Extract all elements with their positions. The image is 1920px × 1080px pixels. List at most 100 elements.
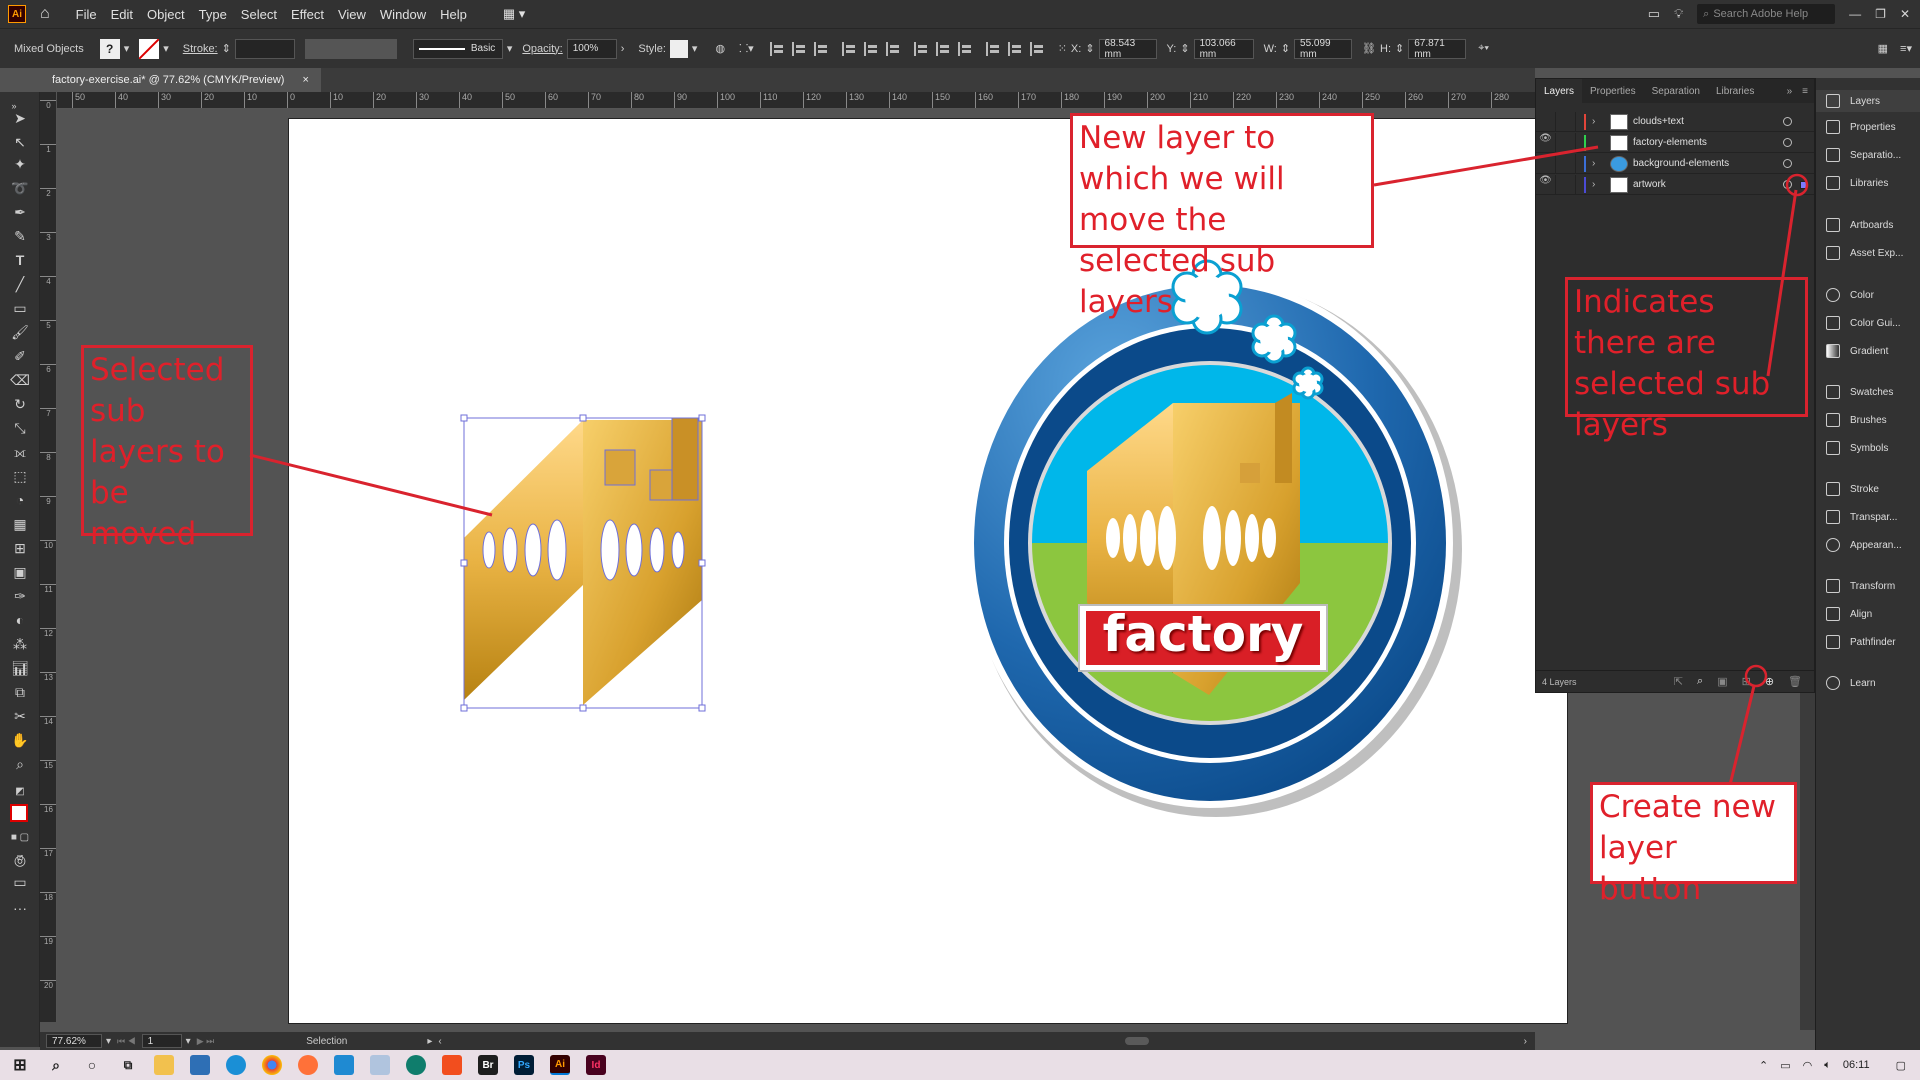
chevron-down-icon[interactable]: ▾ [106, 1036, 111, 1047]
expand-chevron-icon[interactable]: › [1592, 116, 1602, 127]
artboard-number-field[interactable]: 1 [141, 1034, 182, 1048]
lock-toggle[interactable] [1556, 153, 1576, 174]
lock-toggle[interactable] [1556, 111, 1576, 132]
dock-properties[interactable]: Properties [1826, 120, 1896, 134]
panel-menu-icon[interactable]: ≡ [1802, 86, 1808, 97]
layer-name[interactable]: background-elements [1633, 158, 1729, 169]
layer-count: 4 Layers [1542, 676, 1577, 687]
locate-object-icon[interactable]: ⌕ [1697, 675, 1703, 688]
layer-row-factory[interactable]: 👁︎ factory-elements [1536, 132, 1814, 153]
vscode-icon[interactable] [334, 1055, 354, 1075]
layer-name[interactable]: clouds+text [1633, 116, 1684, 127]
expand-chevron-icon[interactable]: › [1592, 158, 1602, 169]
indesign-icon[interactable]: Id [586, 1055, 606, 1075]
dock-asset-export[interactable]: Asset Exp... [1826, 246, 1903, 260]
factory-chimney-mid[interactable] [649, 469, 673, 501]
dock-color[interactable]: Color [1826, 288, 1874, 302]
dock-artboards[interactable]: Artboards [1826, 218, 1893, 232]
color-icon [1826, 288, 1840, 302]
eye-icon[interactable]: 👁︎ [1536, 132, 1556, 153]
bridge-icon[interactable]: Br [478, 1055, 498, 1075]
dock-brushes[interactable]: Brushes [1826, 413, 1887, 427]
dock-gradient[interactable]: Gradient [1826, 344, 1888, 358]
tab-separations[interactable]: Separation [1644, 79, 1708, 103]
dock-libraries[interactable]: Libraries [1826, 176, 1888, 190]
app-icon[interactable] [370, 1055, 390, 1075]
tab-libraries[interactable]: Libraries [1708, 79, 1762, 103]
clipping-mask-icon[interactable]: ▣ [1717, 675, 1727, 688]
layer-thumbnail [1610, 155, 1628, 172]
new-sublayer-icon[interactable]: ⊞ [1742, 675, 1751, 688]
target-circle-icon[interactable] [1783, 159, 1792, 168]
chrome-icon[interactable] [262, 1055, 282, 1075]
status-menu-icon[interactable]: ▸ [427, 1036, 432, 1047]
edge-icon[interactable] [226, 1055, 246, 1075]
dock-pathfinder[interactable]: Pathfinder [1826, 635, 1896, 649]
selected-factory-group[interactable] [460, 414, 706, 712]
new-layer-button[interactable]: ⊕ [1765, 675, 1774, 688]
chevron-down-icon[interactable]: ▾ [186, 1036, 191, 1047]
visibility-toggle[interactable] [1536, 111, 1556, 132]
lock-toggle[interactable] [1556, 174, 1576, 195]
dock-transparency[interactable]: Transpar... [1826, 510, 1897, 524]
scroll-right-icon[interactable]: › [1524, 1036, 1527, 1047]
dock-transform[interactable]: Transform [1826, 579, 1895, 593]
first-artboard-icon[interactable]: ⏮ ◀ [117, 1036, 136, 1047]
selected-art-indicator[interactable] [1800, 180, 1808, 189]
annotation-selected-sublayers: Selected sub layers to be moved [81, 345, 253, 552]
clock[interactable]: 06:11 [1843, 1059, 1870, 1071]
factory-chimney-tall[interactable] [671, 417, 699, 501]
panel-expand-icon[interactable]: » [1787, 86, 1793, 97]
tab-layers[interactable]: Layers [1536, 79, 1583, 103]
target-circle-icon[interactable] [1783, 117, 1792, 126]
cortana-icon[interactable]: ○ [82, 1055, 102, 1075]
notifications-icon[interactable]: ▢ [1896, 1059, 1906, 1072]
dock-swatches[interactable]: Swatches [1826, 385, 1893, 399]
layer-name[interactable]: factory-elements [1633, 137, 1707, 148]
layer-row-background[interactable]: › background-elements [1536, 153, 1814, 174]
file-explorer-icon[interactable] [154, 1055, 174, 1075]
factory-logo[interactable] [967, 259, 1462, 817]
search-icon[interactable]: ⌕ [46, 1055, 66, 1075]
visibility-toggle[interactable] [1536, 153, 1556, 174]
battery-icon[interactable]: ▭ [1780, 1059, 1790, 1072]
dock-stroke[interactable]: Stroke [1826, 482, 1879, 496]
right-dock: Layers Properties Separatio... Libraries… [1815, 78, 1920, 1050]
tab-properties[interactable]: Properties [1582, 79, 1644, 103]
delete-layer-icon[interactable]: 🗑︎ [1788, 675, 1802, 688]
layer-name[interactable]: artwork [1633, 179, 1666, 190]
dock-separations[interactable]: Separatio... [1826, 148, 1901, 162]
app-icon[interactable] [406, 1055, 426, 1075]
layer-color [1584, 134, 1586, 151]
dock-appearance[interactable]: Appearan... [1826, 538, 1902, 552]
expand-chevron-icon[interactable]: › [1592, 179, 1602, 190]
dock-align[interactable]: Align [1826, 607, 1872, 621]
layer-row-clouds[interactable]: › clouds+text [1536, 111, 1814, 132]
eye-icon[interactable]: 👁︎ [1536, 174, 1556, 195]
wifi-icon[interactable]: ◠ [1803, 1059, 1813, 1072]
remote-desktop-icon[interactable] [190, 1055, 210, 1075]
illustrator-icon[interactable]: Ai [550, 1055, 570, 1075]
factory-chimney-small[interactable] [604, 449, 636, 486]
photoshop-icon[interactable]: Ps [514, 1055, 534, 1075]
dock-learn[interactable]: Learn [1826, 676, 1876, 690]
dock-layers[interactable]: Layers [1816, 90, 1920, 112]
vertical-scrollbar[interactable] [1800, 693, 1815, 1030]
last-artboard-icon[interactable]: ▶ ⏭ [197, 1036, 215, 1047]
windows-start-icon[interactable]: ⊞ [10, 1055, 30, 1075]
dock-color-guide[interactable]: Color Gui... [1826, 316, 1901, 330]
export-icon[interactable]: ⇱ [1674, 675, 1683, 688]
dock-symbols[interactable]: Symbols [1826, 441, 1888, 455]
volume-icon[interactable]: 🔈︎ [1824, 1059, 1831, 1072]
figma-icon[interactable] [442, 1055, 462, 1075]
layer-row-artwork[interactable]: 👁︎ › artwork [1536, 174, 1814, 195]
tray-chevron-icon[interactable]: ⌃ [1759, 1059, 1768, 1072]
lock-toggle[interactable] [1556, 132, 1576, 153]
target-circle-icon[interactable] [1783, 180, 1792, 189]
horizontal-scrollbar-thumb[interactable] [1125, 1037, 1149, 1045]
firefox-icon[interactable] [298, 1055, 318, 1075]
target-circle-icon[interactable] [1783, 138, 1792, 147]
zoom-field[interactable]: 77.62% [46, 1034, 102, 1048]
task-view-icon[interactable]: ⧉ [118, 1055, 138, 1075]
scroll-left-icon[interactable]: ‹ [438, 1036, 441, 1047]
